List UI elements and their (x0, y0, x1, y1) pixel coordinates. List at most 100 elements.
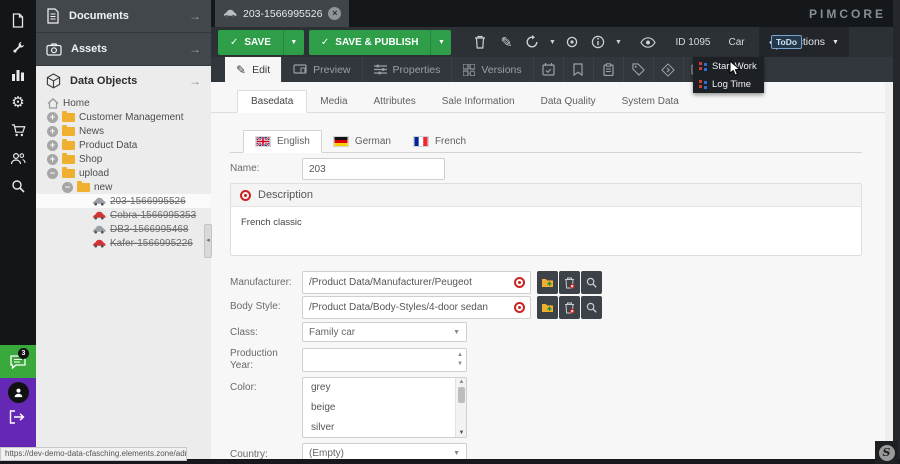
scroll-thumb[interactable] (458, 387, 465, 403)
listbox-scrollbar[interactable]: ▲ ▼ (455, 378, 466, 437)
spinner-arrows[interactable]: ▲▼ (457, 351, 463, 369)
tree-item-home[interactable]: Home (36, 96, 211, 110)
target-icon (565, 35, 579, 49)
expand-plus-icon[interactable]: + (47, 112, 58, 123)
color-option-beige[interactable]: beige (303, 398, 466, 418)
window-tab-203[interactable]: 203-1566995526 × (215, 0, 349, 27)
tab-media[interactable]: Media (307, 90, 360, 112)
accordion-data-objects[interactable]: Data Objects → (36, 66, 211, 96)
expand-plus-icon[interactable]: + (47, 154, 58, 165)
content-scrollbar-track[interactable] (885, 82, 893, 459)
tree-item-cobra[interactable]: Cobra-1566995353 (36, 208, 211, 222)
scroll-down-icon[interactable]: ▼ (456, 430, 467, 436)
logout-button[interactable] (9, 410, 25, 424)
reload-dropdown-caret[interactable]: ▼ (545, 39, 559, 46)
tab-preview[interactable]: Preview (282, 57, 362, 82)
workflow-diamond-icon (661, 63, 675, 77)
country-select[interactable]: (Empty) ▼ (302, 443, 467, 459)
file-icon[interactable] (0, 6, 36, 34)
uk-flag-icon (255, 136, 271, 147)
manufacturer-input[interactable] (302, 271, 531, 294)
tab-lang-german[interactable]: German (322, 130, 402, 152)
tab-system-data[interactable]: System Data (609, 90, 692, 112)
tab-data-quality[interactable]: Data Quality (528, 90, 609, 112)
wrench-icon[interactable] (0, 33, 36, 61)
body-style-search-button[interactable] (581, 296, 602, 319)
save-button[interactable]: ✓SAVE ▼ (218, 30, 304, 55)
color-label: Color: (230, 382, 257, 393)
color-option-silver[interactable]: silver (303, 418, 466, 438)
search-icon[interactable] (0, 172, 36, 200)
class-select[interactable]: Family car ▼ (302, 322, 467, 342)
reload-button[interactable] (519, 30, 545, 55)
info-button[interactable] (585, 30, 611, 55)
tree-item-shop[interactable]: + Shop (36, 152, 211, 166)
symfony-profiler-button[interactable]: S (875, 441, 898, 464)
tab-attributes[interactable]: Attributes (361, 90, 429, 112)
tree-item-product-data[interactable]: + Product Data (36, 138, 211, 152)
body-style-remove-button[interactable] (559, 296, 580, 319)
tags-button[interactable] (624, 57, 654, 82)
panel-collapse-handle[interactable]: ◂ (204, 224, 212, 258)
notes-button[interactable] (594, 57, 624, 82)
preview-eye-button[interactable] (635, 30, 661, 55)
bookmark-button[interactable] (564, 57, 594, 82)
rename-button[interactable]: ✎ (493, 30, 519, 55)
tab-versions[interactable]: Versions (452, 57, 533, 82)
gear-icon[interactable]: ⚙ (0, 88, 36, 116)
tab-properties[interactable]: Properties (363, 57, 453, 82)
arrow-right-icon: → (189, 42, 201, 56)
schedule-button[interactable] (534, 57, 564, 82)
expand-plus-icon[interactable]: + (47, 140, 58, 151)
cart-icon[interactable] (0, 116, 36, 144)
tree-item-customer-management[interactable]: + Customer Management (36, 110, 211, 124)
users-icon[interactable] (0, 144, 36, 172)
body-style-input[interactable] (302, 296, 531, 319)
menu-item-log-time[interactable]: Log Time (693, 75, 764, 93)
tab-edit[interactable]: ✎ Edit (225, 57, 282, 82)
delete-button[interactable] (467, 30, 493, 55)
bar-chart-icon[interactable] (0, 60, 36, 88)
description-panel-header[interactable]: Description (231, 184, 861, 207)
manufacturer-search-button[interactable] (581, 271, 602, 294)
description-text[interactable]: French classic (231, 207, 861, 238)
tree-item-203[interactable]: 203-1566995526 (36, 194, 211, 208)
right-edge-strip (893, 0, 900, 464)
close-icon[interactable]: × (328, 7, 341, 20)
workflow-dots-icon (699, 80, 707, 89)
tree-item-upload[interactable]: − upload (36, 166, 211, 180)
class-label: Class: (230, 327, 258, 338)
tab-basedata[interactable]: Basedata (237, 90, 307, 113)
drop-target-icon (514, 277, 525, 288)
locate-in-tree-button[interactable] (559, 30, 585, 55)
tab-lang-english[interactable]: English (243, 130, 322, 153)
body-style-open-button[interactable] (537, 296, 558, 319)
tree-item-db3[interactable]: DB3-1566995468 (36, 222, 211, 236)
cube-icon (46, 73, 61, 89)
content-tab-bar: Basedata Media Attributes Sale Informati… (211, 90, 893, 113)
tab-sale-information[interactable]: Sale Information (429, 90, 528, 112)
save-dropdown-caret[interactable]: ▼ (283, 30, 304, 55)
workflow-button[interactable] (654, 57, 684, 82)
tree-item-kafer[interactable]: Kafer-1566995226 (36, 236, 211, 250)
scroll-up-icon[interactable]: ▲ (456, 379, 467, 385)
tab-lang-french[interactable]: French (402, 130, 477, 152)
collapse-minus-icon[interactable]: − (47, 168, 58, 179)
expand-plus-icon[interactable]: + (47, 126, 58, 137)
color-option-grey[interactable]: grey (303, 378, 466, 398)
name-input[interactable] (302, 158, 445, 180)
manufacturer-remove-button[interactable] (559, 271, 580, 294)
save-publish-button[interactable]: ✓SAVE & PUBLISH ▼ (309, 30, 452, 55)
save-publish-dropdown-caret[interactable]: ▼ (430, 30, 451, 55)
color-multiselect[interactable]: grey beige silver ▲ ▼ (302, 377, 467, 438)
pimcore-admin-app: ⚙ CO 3 Documents → (0, 0, 900, 464)
user-avatar-button[interactable] (8, 382, 29, 403)
tree-item-new[interactable]: − new (36, 180, 211, 194)
manufacturer-open-button[interactable] (537, 271, 558, 294)
collapse-minus-icon[interactable]: − (62, 182, 73, 193)
accordion-assets[interactable]: Assets → (36, 33, 211, 66)
info-dropdown-caret[interactable]: ▼ (611, 39, 625, 46)
tree-item-news[interactable]: + News (36, 124, 211, 138)
production-year-spinner[interactable]: ▲▼ (302, 348, 467, 372)
accordion-documents[interactable]: Documents → (36, 0, 211, 33)
